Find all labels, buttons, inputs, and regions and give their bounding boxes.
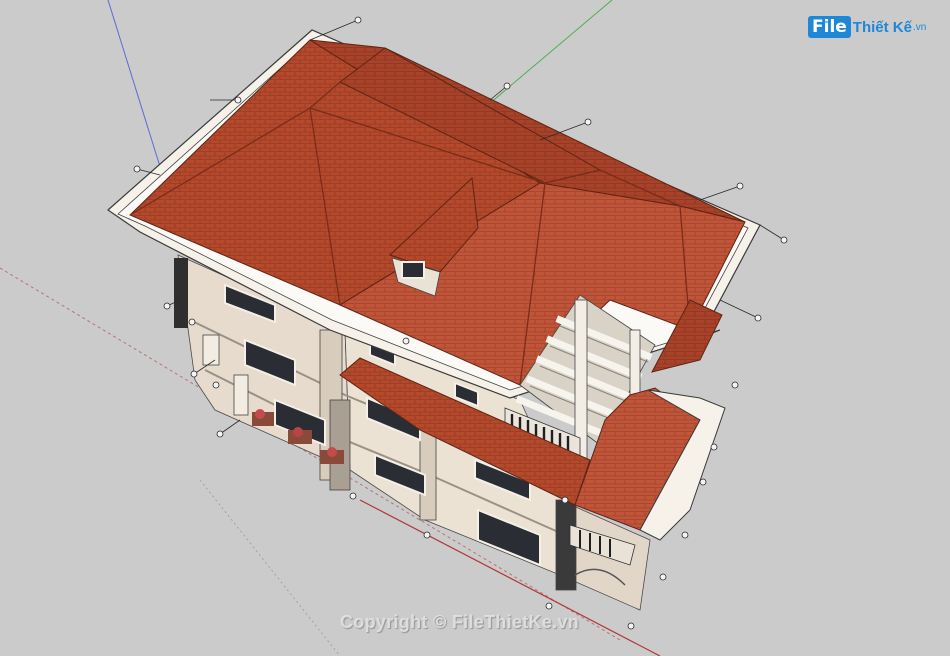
logo-name: Thiết Kế bbox=[852, 18, 912, 36]
copyright-watermark: Copyright © FileThietKe.vn bbox=[340, 612, 580, 632]
logo-badge: File bbox=[808, 16, 851, 38]
site-logo[interactable]: File Thiết Kế .vn bbox=[808, 8, 926, 46]
modeling-viewport[interactable]: File Thiết Kế .vn Copyright © FileThietK… bbox=[0, 0, 950, 656]
building-3d-model[interactable] bbox=[0, 0, 950, 656]
logo-domain: .vn bbox=[912, 21, 927, 33]
